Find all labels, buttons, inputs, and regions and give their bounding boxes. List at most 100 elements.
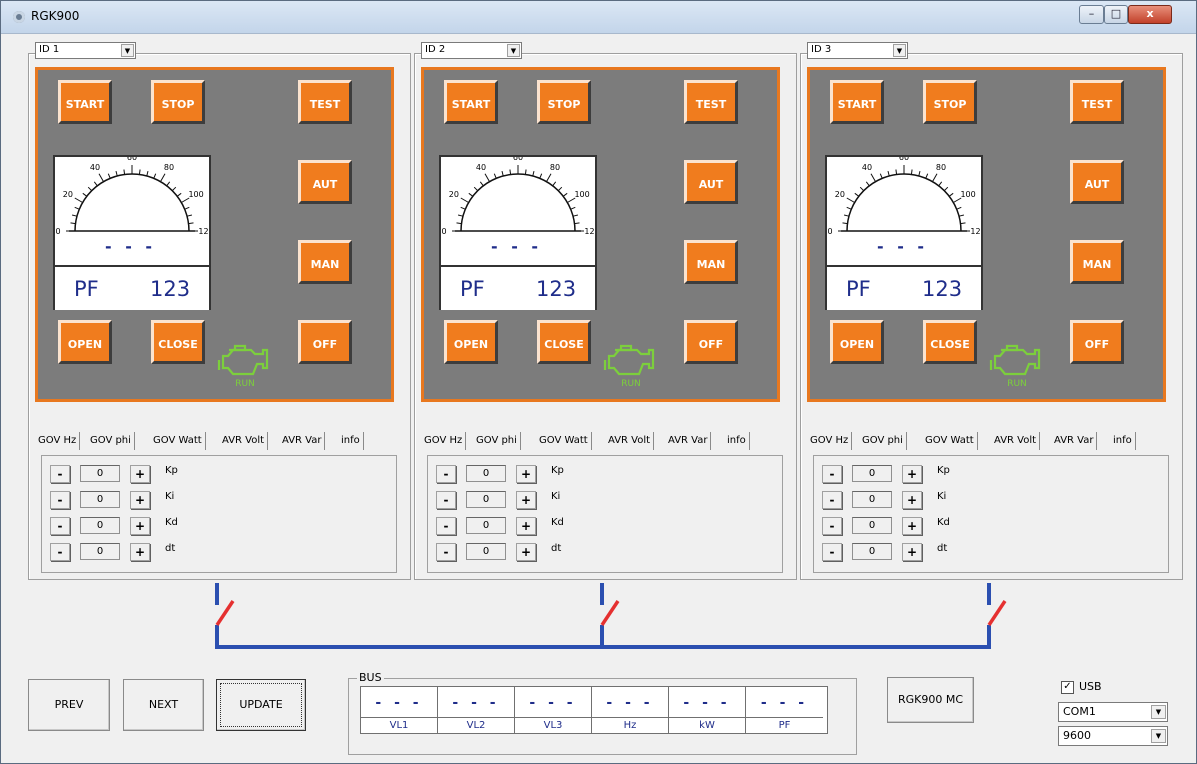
man-button[interactable]: MAN	[298, 240, 352, 284]
tab-3[interactable]: AVR Volt	[991, 432, 1041, 450]
decrement-button[interactable]: -	[822, 543, 842, 561]
chevron-down-icon: ▼	[1151, 705, 1166, 719]
minimize-button[interactable]: –	[1079, 5, 1104, 24]
increment-button[interactable]: +	[902, 543, 922, 561]
param-value[interactable]: 0	[466, 491, 506, 508]
tab-2[interactable]: GOV Watt	[922, 432, 978, 450]
aut-button[interactable]: AUT	[684, 160, 738, 204]
decrement-button[interactable]: -	[822, 465, 842, 483]
bus-label: PF	[746, 717, 823, 733]
tab-4[interactable]: AVR Var	[665, 432, 712, 450]
tab-1[interactable]: GOV phi	[87, 432, 135, 450]
meter-value: - - -	[105, 237, 157, 256]
bus-groupbox: BUS - - - VL1- - - VL2- - - VL3- - - Hz - - -…	[348, 671, 857, 755]
tab-2[interactable]: GOV Watt	[536, 432, 592, 450]
test-button[interactable]: TEST	[1070, 80, 1124, 124]
increment-button[interactable]: +	[516, 543, 536, 561]
update-button[interactable]: UPDATE	[216, 679, 306, 731]
off-button[interactable]: OFF	[684, 320, 738, 364]
increment-button[interactable]: +	[902, 491, 922, 509]
id-select[interactable]: ID 1 ▼	[35, 42, 136, 59]
rgk900-mc-button[interactable]: RGK900 MC	[887, 677, 974, 723]
param-value[interactable]: 0	[852, 543, 892, 560]
decrement-button[interactable]: -	[436, 491, 456, 509]
stop-button[interactable]: STOP	[537, 80, 591, 124]
start-button[interactable]: START	[830, 80, 884, 124]
stop-button[interactable]: STOP	[151, 80, 205, 124]
tab-0[interactable]: GOV Hz	[35, 432, 81, 450]
close-button[interactable]: CLOSE	[151, 320, 205, 364]
increment-button[interactable]: +	[516, 491, 536, 509]
decrement-button[interactable]: -	[50, 491, 70, 509]
baud-rate-select[interactable]: 9600 ▼	[1058, 726, 1168, 746]
open-button[interactable]: OPEN	[58, 320, 112, 364]
param-value[interactable]: 0	[466, 543, 506, 560]
open-button[interactable]: OPEN	[830, 320, 884, 364]
test-button[interactable]: TEST	[684, 80, 738, 124]
increment-button[interactable]: +	[516, 517, 536, 535]
increment-button[interactable]: +	[130, 491, 150, 509]
maximize-button[interactable]: □	[1104, 5, 1128, 24]
increment-button[interactable]: +	[130, 543, 150, 561]
decrement-button[interactable]: -	[50, 517, 70, 535]
stop-button[interactable]: STOP	[923, 80, 977, 124]
param-value[interactable]: 0	[80, 491, 120, 508]
man-button[interactable]: MAN	[684, 240, 738, 284]
man-button[interactable]: MAN	[1070, 240, 1124, 284]
decrement-button[interactable]: -	[436, 543, 456, 561]
param-value[interactable]: 0	[80, 543, 120, 560]
decrement-button[interactable]: -	[50, 465, 70, 483]
param-value[interactable]: 0	[852, 465, 892, 482]
tab-4[interactable]: AVR Var	[279, 432, 326, 450]
usb-checkbox[interactable]: ✓	[1061, 681, 1074, 694]
open-button[interactable]: OPEN	[444, 320, 498, 364]
decrement-button[interactable]: -	[436, 465, 456, 483]
decrement-button[interactable]: -	[822, 491, 842, 509]
tab-3[interactable]: AVR Volt	[605, 432, 655, 450]
gauge-tick-label: 40	[476, 163, 486, 172]
aut-button[interactable]: AUT	[1070, 160, 1124, 204]
engine-status: RUN	[235, 379, 255, 388]
tab-0[interactable]: GOV Hz	[421, 432, 467, 450]
tab-1[interactable]: GOV phi	[859, 432, 907, 450]
increment-button[interactable]: +	[902, 517, 922, 535]
prev-button[interactable]: PREV	[28, 679, 110, 731]
increment-button[interactable]: +	[516, 465, 536, 483]
off-button[interactable]: OFF	[1070, 320, 1124, 364]
chevron-down-icon: ▼	[1151, 729, 1166, 743]
param-value[interactable]: 0	[852, 517, 892, 534]
next-button[interactable]: NEXT	[123, 679, 204, 731]
start-button[interactable]: START	[58, 80, 112, 124]
tab-5[interactable]: info	[1110, 432, 1136, 450]
start-button[interactable]: START	[444, 80, 498, 124]
param-value[interactable]: 0	[466, 465, 506, 482]
param-value[interactable]: 0	[466, 517, 506, 534]
param-value[interactable]: 0	[80, 465, 120, 482]
id-select[interactable]: ID 3 ▼	[807, 42, 908, 59]
tab-1[interactable]: GOV phi	[473, 432, 521, 450]
decrement-button[interactable]: -	[436, 517, 456, 535]
param-value[interactable]: 0	[852, 491, 892, 508]
tab-5[interactable]: info	[338, 432, 364, 450]
increment-button[interactable]: +	[130, 465, 150, 483]
increment-button[interactable]: +	[130, 517, 150, 535]
decrement-button[interactable]: -	[822, 517, 842, 535]
engine-status: RUN	[621, 379, 641, 388]
off-button[interactable]: OFF	[298, 320, 352, 364]
close-button[interactable]: CLOSE	[537, 320, 591, 364]
com-port-select[interactable]: COM1 ▼	[1058, 702, 1168, 722]
tab-2[interactable]: GOV Watt	[150, 432, 206, 450]
tab-5[interactable]: info	[724, 432, 750, 450]
param-value[interactable]: 0	[80, 517, 120, 534]
tab-4[interactable]: AVR Var	[1051, 432, 1098, 450]
id-select[interactable]: ID 2 ▼	[421, 42, 522, 59]
tab-0[interactable]: GOV Hz	[807, 432, 853, 450]
test-button[interactable]: TEST	[298, 80, 352, 124]
increment-button[interactable]: +	[902, 465, 922, 483]
aut-button[interactable]: AUT	[298, 160, 352, 204]
param-label: dt	[937, 543, 948, 554]
close-button[interactable]: CLOSE	[923, 320, 977, 364]
tab-3[interactable]: AVR Volt	[219, 432, 269, 450]
close-button[interactable]: x	[1128, 5, 1172, 24]
decrement-button[interactable]: -	[50, 543, 70, 561]
